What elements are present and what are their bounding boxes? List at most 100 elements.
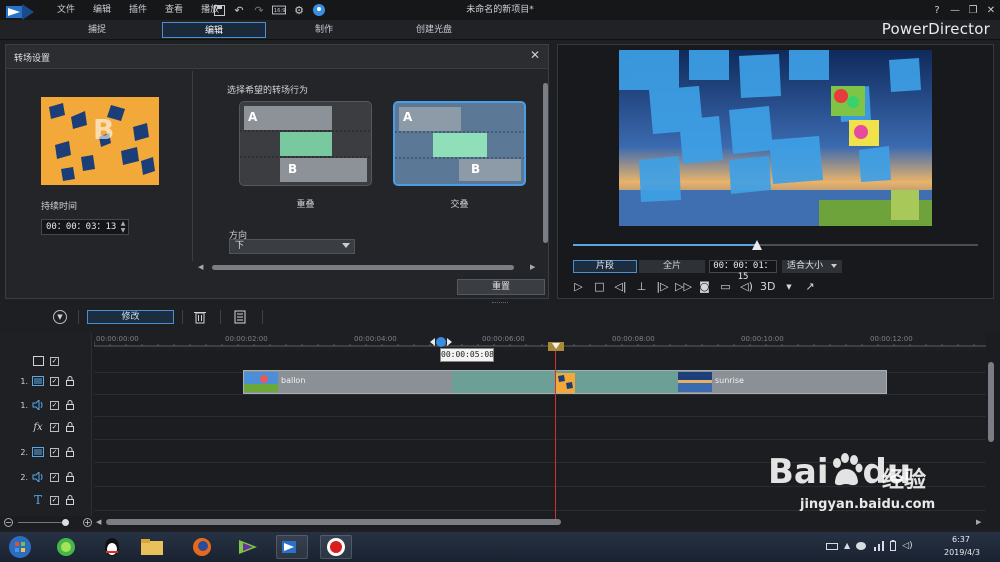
360-browser-icon[interactable] — [50, 535, 82, 559]
zoom-slider[interactable] — [18, 522, 68, 523]
media-app-icon[interactable] — [232, 535, 264, 559]
reset-button[interactable]: 重置 — [457, 279, 545, 295]
panel-horizontal-scroll-thumb[interactable] — [212, 265, 514, 270]
direction-select[interactable]: 下 — [229, 239, 355, 254]
track-enable-checkbox[interactable]: ✓ — [50, 400, 59, 410]
panel-close-icon[interactable]: ✕ — [530, 48, 540, 62]
menu-file[interactable]: 文件 — [48, 0, 84, 20]
preview-timecode[interactable]: 00：00：01：15 — [709, 260, 777, 282]
redo-icon[interactable]: ↷ — [252, 3, 266, 17]
timeline-vertical-scroll-thumb[interactable] — [988, 362, 994, 442]
ruler-tick-label: 00:00:00:00 — [96, 335, 139, 343]
undock-icon[interactable]: ↗ — [802, 279, 817, 294]
transition-settings-panel: 转场设置 ✕ B 持续时间 00：00：03：13 ▲▼ 选择希望的转场行为 — [5, 44, 549, 299]
file-explorer-icon[interactable] — [136, 535, 168, 559]
previous-frame-icon[interactable]: ◁| — [613, 279, 628, 294]
option-cross[interactable]: A B — [393, 101, 526, 186]
trash-icon[interactable] — [194, 310, 206, 324]
play-icon[interactable]: ▷ — [571, 279, 586, 294]
powerdirector-taskbar-icon[interactable] — [276, 535, 308, 559]
stop-icon[interactable]: □ — [592, 279, 607, 294]
speaker-icon[interactable]: ◁) — [902, 541, 912, 551]
close-button[interactable]: ✕ — [986, 5, 996, 16]
battery-icon[interactable] — [890, 540, 897, 551]
clip-list-icon[interactable] — [234, 310, 246, 324]
track-enable-checkbox[interactable]: ✓ — [50, 356, 59, 366]
track-enable-checkbox[interactable]: ✓ — [50, 495, 59, 505]
start-button-icon[interactable] — [4, 535, 36, 559]
chevron-down-icon[interactable] — [342, 243, 350, 248]
scroll-left-icon[interactable]: ◀ — [198, 263, 203, 271]
modify-button[interactable]: 修改 — [87, 310, 174, 324]
tab-edit[interactable]: 编辑 — [162, 22, 266, 38]
snapshot-camera-icon[interactable]: ◙ — [697, 279, 712, 294]
lock-icon[interactable] — [65, 472, 75, 482]
scrub-handle-icon[interactable] — [752, 240, 763, 250]
expand-circle-icon[interactable]: ▼ — [53, 310, 67, 324]
duration-spinner-icon[interactable]: ▲ ▼ — [118, 220, 128, 234]
account-icon[interactable] — [312, 3, 326, 17]
ruler-tick-label: 00:00:06:00 — [482, 335, 525, 343]
movie-mode-button[interactable]: 全片 — [639, 260, 705, 273]
undo-icon[interactable]: ↶ — [232, 3, 246, 17]
chevron-down-icon[interactable]: ▼ — [781, 279, 796, 294]
screen-recorder-icon[interactable] — [320, 535, 352, 559]
aspect-ratio-icon[interactable]: 16:9 — [272, 3, 286, 17]
clock-time[interactable]: 6:37 — [952, 535, 970, 544]
wechat-icon[interactable] — [856, 541, 868, 551]
clip-mode-button[interactable]: 片段 — [573, 260, 637, 273]
timeline-lane[interactable] — [94, 395, 986, 417]
next-frame-icon[interactable]: |▷ — [655, 279, 670, 294]
firefox-icon[interactable] — [186, 535, 218, 559]
scroll-right-icon[interactable]: ▶ — [530, 263, 535, 271]
zoom-in-icon[interactable]: + — [83, 518, 92, 527]
lock-icon[interactable] — [65, 422, 75, 432]
panel-resize-handle[interactable] — [492, 302, 508, 305]
option-overlap[interactable]: A B — [239, 101, 372, 186]
timeline-horizontal-scroll-thumb[interactable] — [106, 519, 561, 525]
playhead-marker-icon[interactable] — [548, 342, 564, 352]
scroll-right-icon[interactable]: ▶ — [976, 518, 981, 526]
tab-create-disc[interactable]: 创建光盘 — [382, 22, 486, 38]
menu-view[interactable]: 查看 — [156, 0, 192, 20]
tab-produce[interactable]: 制作 — [272, 22, 376, 38]
menu-plugins[interactable]: 插件 — [120, 0, 156, 20]
playback-controls: ▷ □ ◁| ⊥ |▷ ▷▷ ◙ ▭ ◁) 3D ▼ ↗ — [571, 279, 817, 294]
restore-button[interactable]: ❐ — [968, 5, 978, 16]
fast-forward-icon[interactable]: ▷▷ — [675, 279, 692, 294]
svg-text:16:9: 16:9 — [274, 8, 286, 14]
zoom-slider-knob[interactable] — [62, 519, 69, 526]
lock-icon[interactable] — [65, 495, 75, 505]
settings-gear-icon[interactable]: ⚙ — [292, 3, 306, 17]
baidu-watermark-cn: 经验 — [882, 468, 927, 493]
split-icon[interactable]: ⊥ — [634, 279, 649, 294]
panel-vertical-scroll-thumb[interactable] — [543, 83, 548, 243]
chevron-down-icon[interactable] — [831, 264, 837, 268]
tray-expand-icon[interactable]: ▲ — [844, 541, 850, 550]
clock-date[interactable]: 2019/4/3 — [944, 548, 980, 557]
playhead[interactable] — [555, 349, 556, 519]
track-enable-checkbox[interactable]: ✓ — [50, 376, 59, 386]
help-button[interactable]: ? — [932, 5, 942, 16]
lock-icon[interactable] — [65, 400, 75, 410]
save-icon[interactable] — [212, 3, 226, 17]
3d-mode-button[interactable]: 3D — [760, 280, 775, 293]
duration-input[interactable]: 00：00：03：13 — [41, 219, 129, 235]
qq-penguin-icon[interactable] — [96, 535, 128, 559]
scroll-left-icon[interactable]: ◀ — [96, 518, 101, 526]
track-enable-checkbox[interactable]: ✓ — [50, 447, 59, 457]
minimize-button[interactable]: — — [950, 5, 960, 16]
track-enable-checkbox[interactable]: ✓ — [50, 472, 59, 482]
monitor-icon[interactable]: ▭ — [718, 279, 733, 294]
lock-icon[interactable] — [65, 447, 75, 457]
track-enable-checkbox[interactable]: ✓ — [50, 422, 59, 432]
zoom-out-icon[interactable]: − — [4, 518, 13, 527]
overlap-track-a: A — [248, 110, 258, 124]
network-icon[interactable] — [874, 540, 885, 551]
tab-capture[interactable]: 捕捉 — [45, 22, 149, 38]
volume-icon[interactable]: ◁) — [739, 279, 754, 294]
timeline-lane[interactable] — [94, 418, 986, 440]
menu-edit[interactable]: 编辑 — [84, 0, 120, 20]
device-icon[interactable] — [826, 541, 838, 551]
lock-icon[interactable] — [65, 376, 75, 386]
